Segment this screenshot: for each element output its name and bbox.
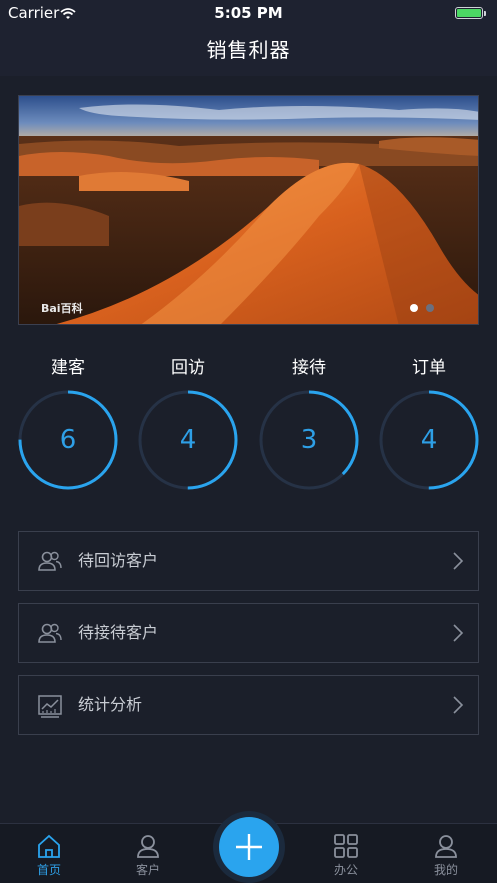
home-icon — [38, 834, 60, 858]
users-icon — [37, 549, 63, 575]
status-bar: Carrier 5:05 PM — [0, 0, 497, 26]
chevron-right-icon — [452, 695, 464, 715]
stat-label: 订单 — [412, 358, 446, 378]
clock: 5:05 PM — [214, 4, 283, 22]
users-icon — [37, 621, 63, 647]
menu-label: 待回访客户 — [78, 551, 159, 570]
plus-icon — [236, 834, 262, 860]
menu-pending-reception[interactable]: 待接待客户 — [18, 603, 479, 663]
stat-revisits[interactable]: 回访 4 — [138, 356, 238, 490]
tab-label: 客户 — [135, 863, 160, 877]
menu-label: 统计分析 — [78, 695, 143, 714]
stats-panel: 建客 6 回访 4 接待 3 订单 4 — [0, 356, 497, 496]
tab-customers[interactable]: 客户 — [108, 824, 188, 883]
stat-value: 4 — [179, 425, 197, 455]
stat-label: 建客 — [51, 358, 85, 378]
person-icon — [435, 835, 457, 858]
battery-tip — [484, 11, 486, 16]
nav-bar: 销售利器 — [0, 26, 497, 76]
battery-icon — [455, 7, 483, 19]
carousel-indicator[interactable] — [402, 297, 434, 316]
menu-pending-revisit[interactable]: 待回访客户 — [18, 531, 479, 591]
stat-label: 回访 — [171, 358, 205, 378]
chart-icon — [37, 693, 63, 719]
stat-value: 4 — [420, 425, 438, 455]
tab-mine[interactable]: 我的 — [406, 824, 486, 883]
carousel-dot-2[interactable] — [426, 304, 434, 312]
chevron-right-icon — [452, 551, 464, 571]
grid-icon — [334, 834, 358, 858]
stat-label: 接待 — [292, 358, 326, 378]
tab-label: 办公 — [333, 863, 358, 877]
tab-label: 首页 — [36, 863, 61, 877]
stat-value: 6 — [59, 425, 77, 455]
person-icon — [137, 835, 159, 858]
chevron-right-icon — [452, 623, 464, 643]
tab-home[interactable]: 首页 — [9, 824, 89, 883]
stat-orders[interactable]: 订单 4 — [379, 356, 479, 490]
add-button[interactable] — [219, 817, 279, 877]
stat-value: 3 — [300, 425, 318, 455]
banner-carousel[interactable]: Bai百科 — [18, 95, 479, 325]
baike-watermark: Bai百科 — [41, 302, 83, 315]
carousel-dot-1[interactable] — [410, 304, 418, 312]
tab-label: 我的 — [433, 863, 458, 877]
stat-receptions[interactable]: 接待 3 — [259, 356, 359, 490]
desert-image — [19, 96, 478, 324]
tab-office[interactable]: 办公 — [306, 824, 386, 883]
stat-new-customers[interactable]: 建客 6 — [18, 356, 118, 490]
page-title: 销售利器 — [206, 38, 291, 62]
menu-label: 待接待客户 — [78, 623, 159, 642]
menu-statistics[interactable]: 统计分析 — [18, 675, 479, 735]
